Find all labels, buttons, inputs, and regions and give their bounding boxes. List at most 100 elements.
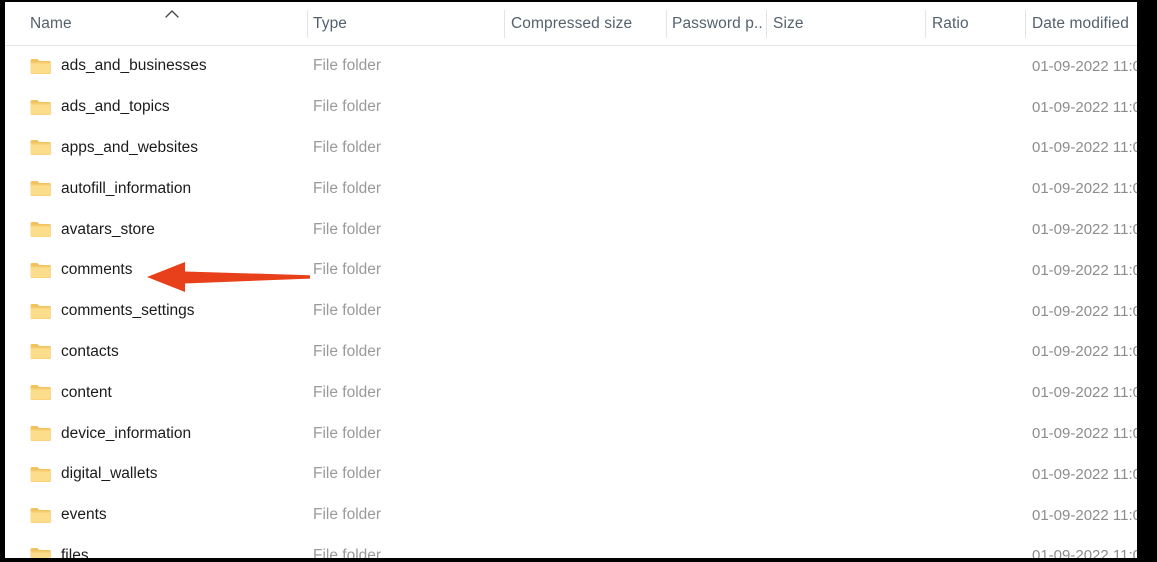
file-date-modified-cell: 01-09-2022 11:04	[1032, 332, 1137, 373]
file-name-label: digital_wallets	[61, 465, 158, 483]
file-date-modified-cell: 01-09-2022 11:04	[1032, 413, 1137, 454]
file-date-modified-cell: 01-09-2022 11:04	[1032, 46, 1137, 87]
column-divider-type-compressed[interactable]	[504, 10, 505, 38]
file-type-cell: File folder	[313, 495, 381, 536]
file-type-cell: File folder	[313, 332, 381, 373]
file-date-modified-label: 01-09-2022 11:04	[1032, 261, 1137, 279]
file-name-cell[interactable]: autofill_information	[30, 168, 191, 209]
file-date-modified-cell: 01-09-2022 11:04	[1032, 250, 1137, 291]
file-type-cell: File folder	[313, 454, 381, 495]
column-header-date-modified[interactable]: Date modified	[1032, 2, 1137, 46]
file-name-label: ads_and_businesses	[61, 57, 207, 75]
file-type-label: File folder	[313, 383, 382, 401]
column-header-compressed-size[interactable]: Compressed size	[511, 2, 663, 46]
table-row[interactable]: contacts File folder 01-09-2022 11:04	[5, 331, 1137, 373]
column-header-ratio[interactable]: Ratio	[932, 2, 1023, 46]
file-date-modified-cell: 01-09-2022 11:04	[1032, 209, 1137, 250]
folder-icon	[30, 507, 51, 524]
file-name-label: autofill_information	[61, 179, 192, 197]
file-type-label: File folder	[313, 220, 382, 238]
file-list-rows: ads_and_businesses File folder 01-09-202…	[5, 46, 1137, 559]
chevron-up-icon	[163, 7, 181, 21]
column-header-compressed-size-label: Compressed size	[511, 15, 633, 32]
table-row[interactable]: digital_wallets File folder 01-09-2022 1…	[5, 453, 1137, 495]
file-type-label: File folder	[313, 179, 382, 197]
table-row[interactable]: apps_and_websites File folder 01-09-2022…	[5, 127, 1137, 169]
column-divider-password-size[interactable]	[766, 10, 767, 38]
column-header-type-label: Type	[313, 15, 348, 32]
file-name-cell[interactable]: digital_wallets	[30, 454, 158, 495]
file-date-modified-cell: 01-09-2022 11:04	[1032, 291, 1137, 332]
file-type-cell: File folder	[313, 209, 381, 250]
column-header-password-protected[interactable]: Password p...	[672, 2, 764, 46]
window-bottom-edge	[5, 558, 1137, 559]
table-row[interactable]: events File folder 01-09-2022 11:04	[5, 494, 1137, 536]
column-header-size-label: Size	[773, 15, 804, 32]
file-date-modified-cell: 01-09-2022 11:04	[1032, 128, 1137, 169]
column-header-name-label: Name	[30, 15, 72, 32]
column-header-password-protected-label: Password p...	[672, 15, 764, 32]
table-row[interactable]: comments File folder 01-09-2022 11:04	[5, 249, 1137, 291]
table-row[interactable]: device_information File folder 01-09-202…	[5, 413, 1137, 454]
file-list-pane: Name Type Compressed size Password p...	[5, 2, 1137, 559]
column-divider-name-type[interactable]	[307, 10, 308, 38]
file-name-cell[interactable]: device_information	[30, 413, 191, 454]
file-date-modified-label: 01-09-2022 11:04	[1032, 465, 1137, 483]
file-type-label: File folder	[313, 506, 382, 524]
file-type-cell: File folder	[313, 168, 381, 209]
file-name-label: apps_and_websites	[61, 138, 199, 156]
column-divider-ratio-date[interactable]	[1025, 10, 1026, 38]
table-row[interactable]: ads_and_topics File folder 01-09-2022 11…	[5, 86, 1137, 128]
table-row[interactable]: autofill_information File folder 01-09-2…	[5, 168, 1137, 210]
file-type-cell: File folder	[313, 87, 381, 128]
file-date-modified-label: 01-09-2022 11:04	[1032, 425, 1137, 443]
file-name-cell[interactable]: apps_and_websites	[30, 128, 198, 169]
file-name-cell[interactable]: events	[30, 495, 107, 536]
file-date-modified-label: 01-09-2022 11:04	[1032, 139, 1137, 157]
file-name-cell[interactable]: content	[30, 372, 112, 413]
column-header-date-modified-label: Date modified	[1032, 15, 1129, 32]
file-date-modified-label: 01-09-2022 11:04	[1032, 343, 1137, 361]
folder-icon	[30, 221, 51, 238]
file-type-label: File folder	[313, 261, 382, 279]
file-type-label: File folder	[313, 465, 382, 483]
file-date-modified-label: 01-09-2022 11:04	[1032, 221, 1137, 239]
table-row[interactable]: files File folder 01-09-2022 11:04	[5, 535, 1137, 559]
folder-icon	[30, 58, 51, 75]
column-divider-compressed-password[interactable]	[666, 10, 667, 38]
folder-icon	[30, 466, 51, 483]
file-type-cell: File folder	[313, 250, 381, 291]
folder-icon	[30, 343, 51, 360]
file-type-label: File folder	[313, 57, 382, 75]
file-name-cell[interactable]: avatars_store	[30, 209, 155, 250]
file-date-modified-label: 01-09-2022 11:04	[1032, 57, 1137, 75]
file-name-cell[interactable]: contacts	[30, 332, 119, 373]
file-date-modified-label: 01-09-2022 11:04	[1032, 506, 1137, 524]
explorer-window: Name Type Compressed size Password p...	[0, 0, 1157, 562]
file-type-label: File folder	[313, 98, 382, 116]
file-type-cell: File folder	[313, 46, 381, 87]
file-date-modified-cell: 01-09-2022 11:04	[1032, 87, 1137, 128]
table-row[interactable]: ads_and_businesses File folder 01-09-202…	[5, 46, 1137, 87]
table-row[interactable]: content File folder 01-09-2022 11:04	[5, 372, 1137, 414]
file-name-cell[interactable]: ads_and_businesses	[30, 46, 207, 87]
file-name-cell[interactable]: ads_and_topics	[30, 87, 170, 128]
file-type-label: File folder	[313, 342, 382, 360]
file-name-cell[interactable]: comments_settings	[30, 291, 195, 332]
file-name-cell[interactable]: files	[30, 536, 89, 559]
column-divider-size-ratio[interactable]	[925, 10, 926, 38]
column-header-ratio-label: Ratio	[932, 15, 969, 32]
folder-icon	[30, 384, 51, 401]
file-date-modified-cell: 01-09-2022 11:04	[1032, 495, 1137, 536]
column-header-bar: Name Type Compressed size Password p...	[5, 2, 1137, 46]
column-header-type[interactable]: Type	[313, 2, 501, 46]
file-date-modified-label: 01-09-2022 11:04	[1032, 180, 1137, 198]
file-name-cell[interactable]: comments	[30, 250, 133, 291]
table-row[interactable]: comments_settings File folder 01-09-2022…	[5, 290, 1137, 332]
file-type-label: File folder	[313, 302, 382, 320]
folder-icon	[30, 303, 51, 320]
table-row[interactable]: avatars_store File folder 01-09-2022 11:…	[5, 209, 1137, 250]
file-type-cell: File folder	[313, 128, 381, 169]
column-header-size[interactable]: Size	[773, 2, 923, 46]
folder-icon	[30, 180, 51, 197]
